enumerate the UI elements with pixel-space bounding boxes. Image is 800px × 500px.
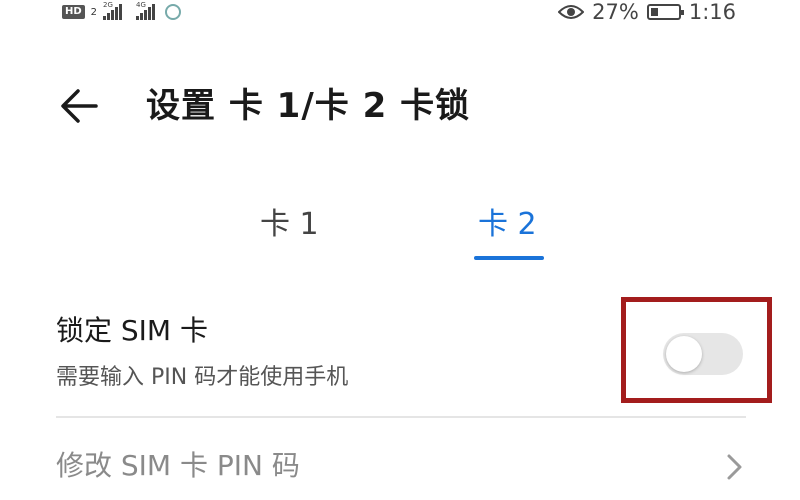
tab-sim-2[interactable]: 卡 2 — [478, 200, 537, 250]
change-pin-label: 修改 SIM 卡 PIN 码 — [56, 449, 300, 482]
signal-network-tag: 4G — [136, 1, 146, 9]
tab-sim-1[interactable]: 卡 1 — [260, 200, 319, 250]
hd-voice-badge: HD — [62, 5, 85, 19]
eye-icon — [558, 5, 585, 19]
page-title: 设置 卡 1/卡 2 卡锁 — [146, 86, 471, 126]
status-right: 27% 1:16 — [558, 0, 736, 24]
back-button[interactable] — [56, 82, 104, 130]
battery-fill — [650, 8, 658, 16]
change-pin-row[interactable]: 修改 SIM 卡 PIN 码 — [0, 440, 800, 500]
signal-network-tag: 2G — [103, 1, 113, 9]
battery-icon — [646, 4, 684, 20]
signal-icon-sim2: 4G — [136, 1, 156, 20]
status-left: HD 2 2G 4G — [62, 0, 182, 24]
toggle-knob — [666, 336, 702, 372]
lock-sim-toggle[interactable] — [663, 333, 743, 375]
arrow-left-icon — [61, 89, 98, 123]
lock-sim-subtitle: 需要输入 PIN 码才能使用手机 — [56, 365, 349, 390]
divider — [56, 416, 746, 418]
tab-selected-indicator — [474, 256, 544, 260]
status-bar: HD 2 2G 4G 27% 1:16 — [0, 0, 800, 24]
signal-icon-sim1: 2G — [103, 1, 123, 20]
sim-tool-icon — [165, 4, 182, 20]
clock-time: 1:16 — [688, 0, 736, 24]
chevron-right-icon — [727, 454, 742, 480]
lock-sim-title: 锁定 SIM 卡 — [56, 314, 208, 347]
sim-tabs: 卡 1 卡 2 — [0, 200, 800, 270]
app-header: 设置 卡 1/卡 2 卡锁 — [0, 70, 800, 140]
battery-percent: 27% — [592, 0, 639, 24]
hd-sim-number: 2 — [90, 6, 98, 18]
lock-sim-row[interactable]: 锁定 SIM 卡 需要输入 PIN 码才能使用手机 — [0, 297, 800, 415]
